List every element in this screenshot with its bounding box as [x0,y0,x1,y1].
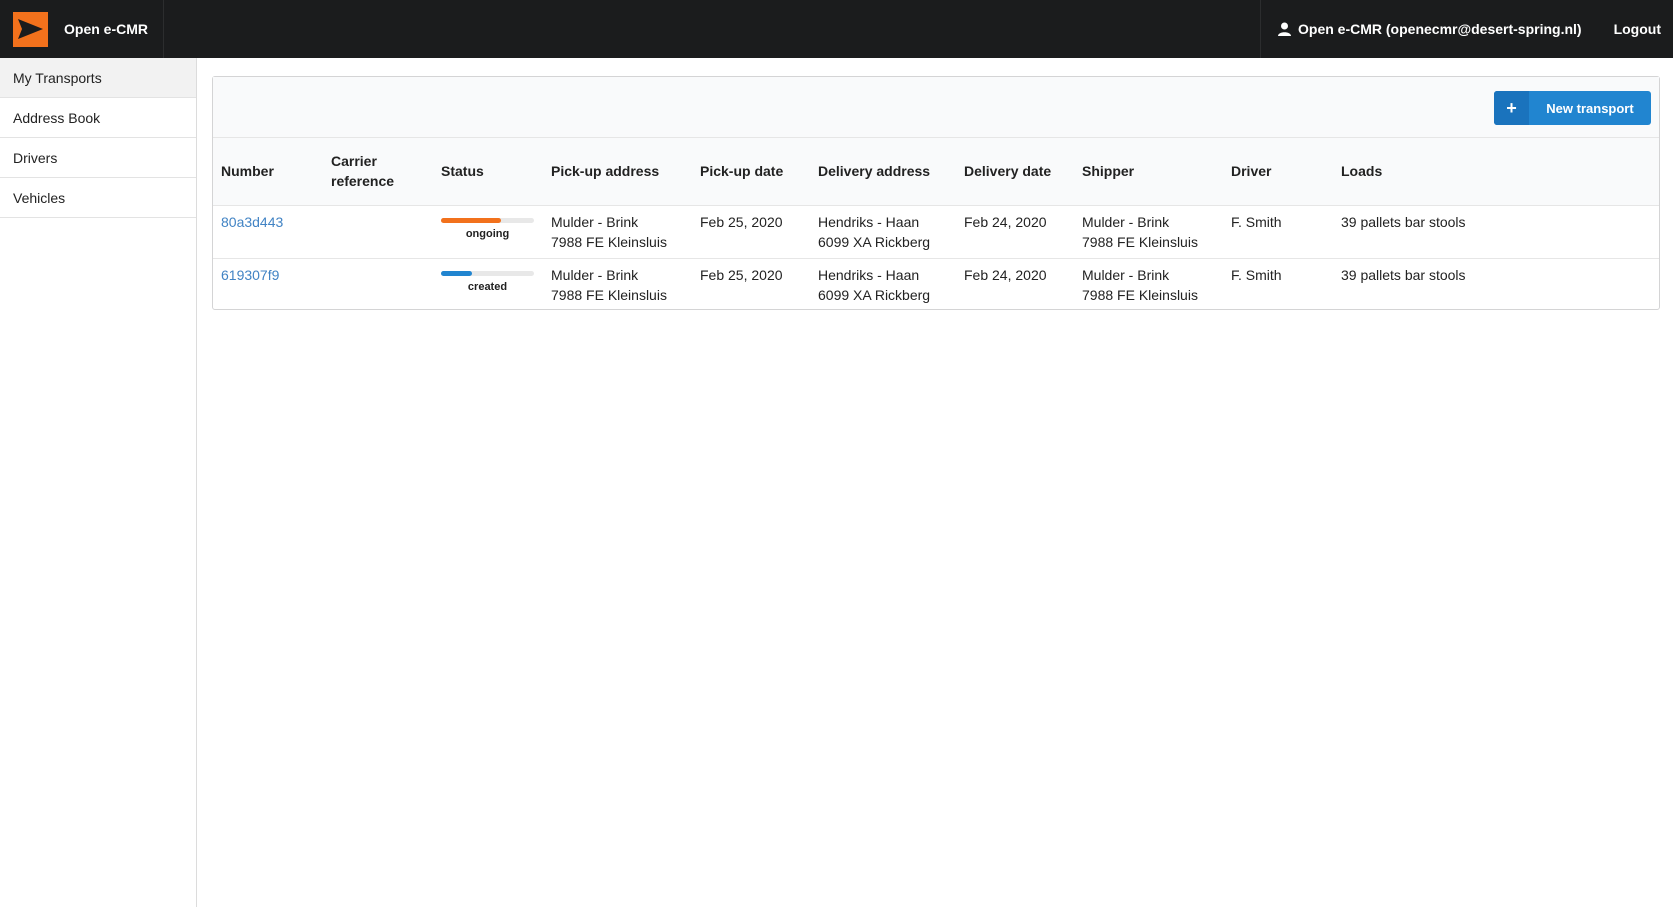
top-menu-bar: Open e-CMR Open e-CMR (openecmr@desert-s… [0,0,1673,58]
transport-number-link[interactable]: 80a3d443 [221,214,283,230]
pickup-date-cell: Feb 25, 2020 [700,266,783,283]
shipper-city: 7988 FE Kleinsluis [1082,286,1198,303]
brand-link[interactable]: Open e-CMR [0,0,164,58]
user-icon [1278,22,1291,36]
delivery-name: Hendriks - Haan [818,266,920,283]
pickup-name: Mulder - Brink [551,266,639,283]
col-header-loads[interactable]: Loads [1333,138,1659,205]
sidebar-item-address-book[interactable]: Address Book [0,98,196,138]
shipper-cell: Mulder - Brink 7988 FE Kleinsluis [1074,258,1223,311]
col-header-pickup-address[interactable]: Pick-up address [543,138,692,205]
delivery-date-cell: Feb 24, 2020 [964,213,1047,230]
col-header-shipper[interactable]: Shipper [1074,138,1223,205]
new-transport-label: New transport [1546,100,1634,116]
shipper-name: Mulder - Brink [1082,213,1170,230]
driver-cell: F. Smith [1231,266,1282,283]
transport-number-link[interactable]: 619307f9 [221,267,279,283]
user-menu[interactable]: Open e-CMR (openecmr@desert-spring.nl) [1260,0,1600,58]
pickup-city: 7988 FE Kleinsluis [551,286,667,303]
status-label: ongoing [465,227,510,240]
loads-cell: 39 pallets bar stools [1341,266,1466,283]
transports-table: Number Carrier reference Status Pick-up … [213,138,1659,311]
plus-icon: + [1494,91,1529,125]
delivery-address-cell: Hendriks - Haan 6099 XA Rickberg [810,205,956,258]
driver-cell: F. Smith [1231,213,1282,230]
pickup-date-cell: Feb 25, 2020 [700,213,783,230]
delivery-city: 6099 XA Rickberg [818,286,931,303]
status-progress-fill [441,270,472,276]
col-header-pickup-date[interactable]: Pick-up date [692,138,810,205]
sidebar: My Transports Address Book Drivers Vehic… [0,58,197,907]
carrier-reference-cell [323,258,433,311]
shipper-cell: Mulder - Brink 7988 FE Kleinsluis [1074,205,1223,258]
col-header-delivery-date[interactable]: Delivery date [956,138,1074,205]
logout-button[interactable]: Logout [1600,0,1673,58]
sidebar-item-drivers[interactable]: Drivers [0,138,196,178]
table-row[interactable]: 80a3d443 ongoing Mulder - Brink 7988 FE … [213,205,1659,258]
col-header-number[interactable]: Number [213,138,323,205]
carrier-reference-cell [323,205,433,258]
status-label: created [467,280,508,293]
delivery-name: Hendriks - Haan [818,213,920,230]
col-header-delivery-address[interactable]: Delivery address [810,138,956,205]
paper-plane-icon [13,11,48,47]
app-title: Open e-CMR [64,21,148,37]
panel-header: + New transport [213,77,1659,138]
user-label: Open e-CMR (openecmr@desert-spring.nl) [1298,21,1582,37]
table-header-row: Number Carrier reference Status Pick-up … [213,138,1659,205]
new-transport-button[interactable]: + New transport [1494,91,1651,125]
shipper-name: Mulder - Brink [1082,266,1170,283]
delivery-date-cell: Feb 24, 2020 [964,266,1047,283]
pickup-name: Mulder - Brink [551,213,639,230]
pickup-address-cell: Mulder - Brink 7988 FE Kleinsluis [543,205,692,258]
table-row[interactable]: 619307f9 created Mulder - Brink 7988 FE … [213,258,1659,311]
col-header-carrier-reference[interactable]: Carrier reference [323,138,433,205]
status-progress-bar [441,217,534,223]
delivery-address-cell: Hendriks - Haan 6099 XA Rickberg [810,258,956,311]
pickup-city: 7988 FE Kleinsluis [551,233,667,250]
status-progress-bar [441,270,534,276]
sidebar-item-my-transports[interactable]: My Transports [0,58,196,98]
status-progress-fill [441,217,502,223]
transports-panel: + New transport Number Carrier reference… [212,76,1660,310]
status-cell: created [433,258,543,311]
status-cell: ongoing [433,205,543,258]
sidebar-item-vehicles[interactable]: Vehicles [0,178,196,218]
col-header-status[interactable]: Status [433,138,543,205]
loads-cell: 39 pallets bar stools [1341,213,1466,230]
pickup-address-cell: Mulder - Brink 7988 FE Kleinsluis [543,258,692,311]
col-header-driver[interactable]: Driver [1223,138,1333,205]
shipper-city: 7988 FE Kleinsluis [1082,233,1198,250]
delivery-city: 6099 XA Rickberg [818,233,931,250]
